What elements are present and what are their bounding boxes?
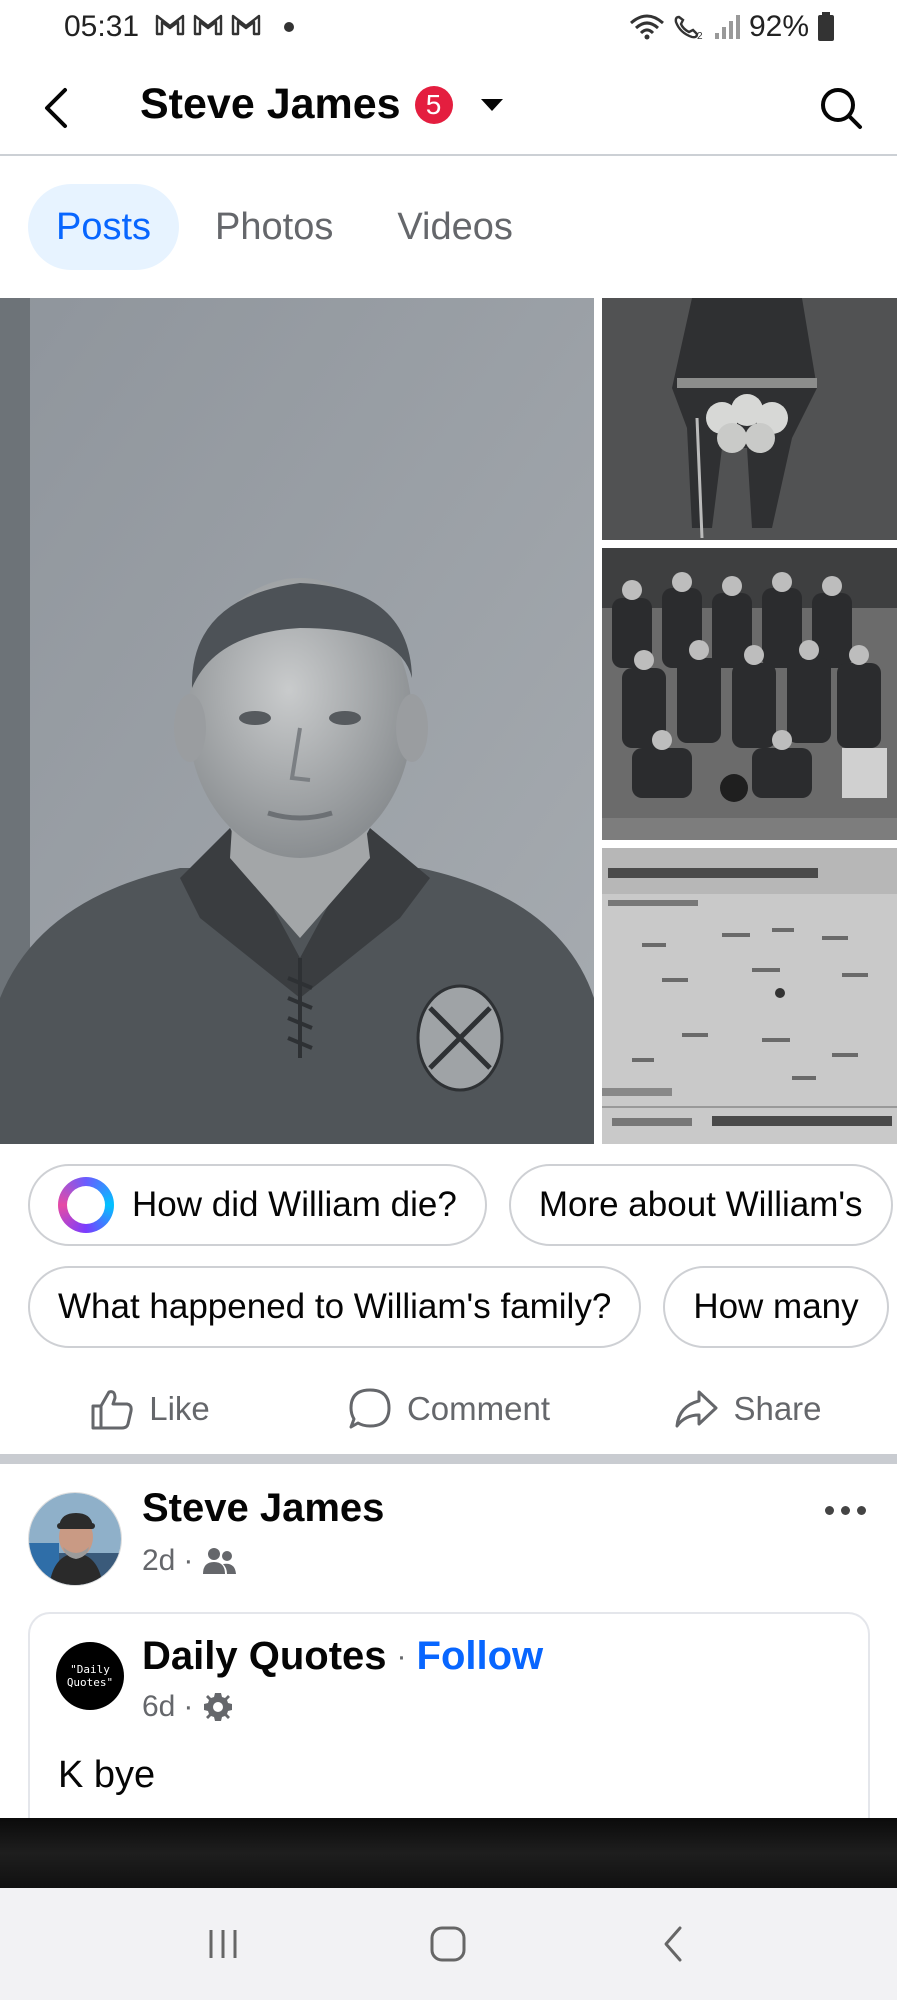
media-preview-strip <box>0 1818 897 1888</box>
tab-bar: Posts Photos Videos <box>28 184 541 270</box>
recent-apps-button[interactable] <box>188 1909 258 1979</box>
gmail-icon <box>155 14 185 36</box>
share-button[interactable]: Share <box>598 1366 897 1452</box>
suggestion-row-1: How did William die? More about William'… <box>28 1164 893 1246</box>
meta-ai-icon <box>58 1177 114 1233</box>
more-dot <box>840 1505 850 1515</box>
status-indicators: 2 92% <box>629 10 835 44</box>
newspaper-lineup-photo <box>602 848 897 1144</box>
suggestion-label: How did William die? <box>132 1185 457 1224</box>
photo-grid <box>0 298 897 1144</box>
comment-button[interactable]: Comment <box>299 1366 598 1452</box>
suggestion-chip[interactable]: What happened to William's family? <box>28 1266 642 1348</box>
avatar[interactable] <box>28 1492 122 1586</box>
side-photo-2[interactable] <box>602 548 897 840</box>
home-icon <box>430 1926 466 1962</box>
comment-label: Comment <box>406 1390 551 1427</box>
suggestion-chip[interactable]: How many <box>663 1266 889 1348</box>
shared-page-header: Daily Quotes · Follow <box>142 1634 543 1679</box>
meta-separator: · <box>183 1690 194 1723</box>
header: Steve James 5 <box>0 60 897 156</box>
back-button[interactable] <box>30 82 82 134</box>
gear-icon <box>204 1693 233 1721</box>
notification-dot <box>284 22 294 32</box>
seated-player-photo <box>602 298 897 540</box>
home-button[interactable] <box>413 1909 483 1979</box>
suggestion-label: What happened to William's family? <box>58 1287 612 1326</box>
shared-post-text: K bye <box>58 1754 156 1796</box>
more-options-button[interactable] <box>817 1492 873 1528</box>
more-dot <box>856 1505 866 1515</box>
gmail-icon <box>193 14 223 36</box>
battery-icon <box>818 12 834 41</box>
side-photo-1[interactable] <box>602 298 897 540</box>
suggestion-label: How many <box>693 1287 859 1326</box>
more-dot <box>824 1505 834 1515</box>
side-photo-3[interactable] <box>602 848 897 1144</box>
wifi-calling-icon: 2 <box>674 15 703 41</box>
thumbs-up-icon <box>91 1390 133 1430</box>
wifi-icon <box>629 14 664 40</box>
notification-badge: 5 <box>414 85 453 124</box>
system-back-button[interactable] <box>639 1909 709 1979</box>
suggestion-label: More about William's <box>538 1185 863 1224</box>
battery-percent: 92% <box>748 10 809 43</box>
meta-separator: · <box>396 1639 407 1673</box>
tab-videos[interactable]: Videos <box>369 184 541 270</box>
system-nav-bar <box>0 1888 897 2000</box>
shared-post-meta: 6d · <box>142 1690 235 1724</box>
status-bar: 05:31 2 92% <box>0 0 897 54</box>
notification-icons <box>154 12 262 38</box>
recent-apps-icon <box>209 1930 237 1958</box>
meta-separator: · <box>183 1544 194 1577</box>
feed-divider <box>0 1454 897 1464</box>
comment-icon <box>349 1388 391 1429</box>
suggestion-chip[interactable]: More about William's <box>508 1164 893 1246</box>
portrait-photo <box>0 298 594 1144</box>
profile-photo <box>29 1493 121 1585</box>
search-icon <box>821 88 862 129</box>
share-icon <box>675 1390 718 1428</box>
suggestion-row-2: What happened to William's family? How m… <box>28 1266 889 1348</box>
svg-text:2: 2 <box>697 31 703 41</box>
post-meta: 2d · <box>142 1544 237 1578</box>
suggestion-chip[interactable]: How did William die? <box>28 1164 487 1246</box>
gmail-icon <box>231 14 261 36</box>
like-label: Like <box>149 1390 210 1427</box>
shared-post-card[interactable]: "Daily Quotes" Daily Quotes · Follow 6d … <box>28 1612 870 1832</box>
shared-page-avatar[interactable]: "Daily Quotes" <box>56 1642 124 1710</box>
share-label: Share <box>733 1390 822 1427</box>
shared-post-time: 6d <box>142 1690 176 1723</box>
back-arrow-icon <box>45 88 67 128</box>
page-title: Steve James <box>140 80 401 128</box>
follow-button[interactable]: Follow <box>417 1634 544 1679</box>
post-author-name[interactable]: Steve James <box>142 1486 384 1531</box>
profile-title-group[interactable]: Steve James 5 <box>140 80 507 129</box>
like-button[interactable]: Like <box>0 1366 299 1452</box>
post-action-bar: Like Comment Share <box>0 1366 897 1452</box>
post-time: 2d <box>142 1544 176 1577</box>
friends-icon <box>203 1548 237 1574</box>
tab-posts[interactable]: Posts <box>28 184 180 270</box>
tab-photos[interactable]: Photos <box>187 184 361 270</box>
signal-icon <box>714 15 740 39</box>
caret-down-icon[interactable] <box>477 90 507 120</box>
main-photo[interactable] <box>0 298 594 1144</box>
back-icon <box>664 1926 682 1962</box>
shared-page-name[interactable]: Daily Quotes <box>142 1634 387 1679</box>
status-time: 05:31 <box>64 10 140 43</box>
search-button[interactable] <box>815 82 867 134</box>
team-photo <box>602 548 897 840</box>
